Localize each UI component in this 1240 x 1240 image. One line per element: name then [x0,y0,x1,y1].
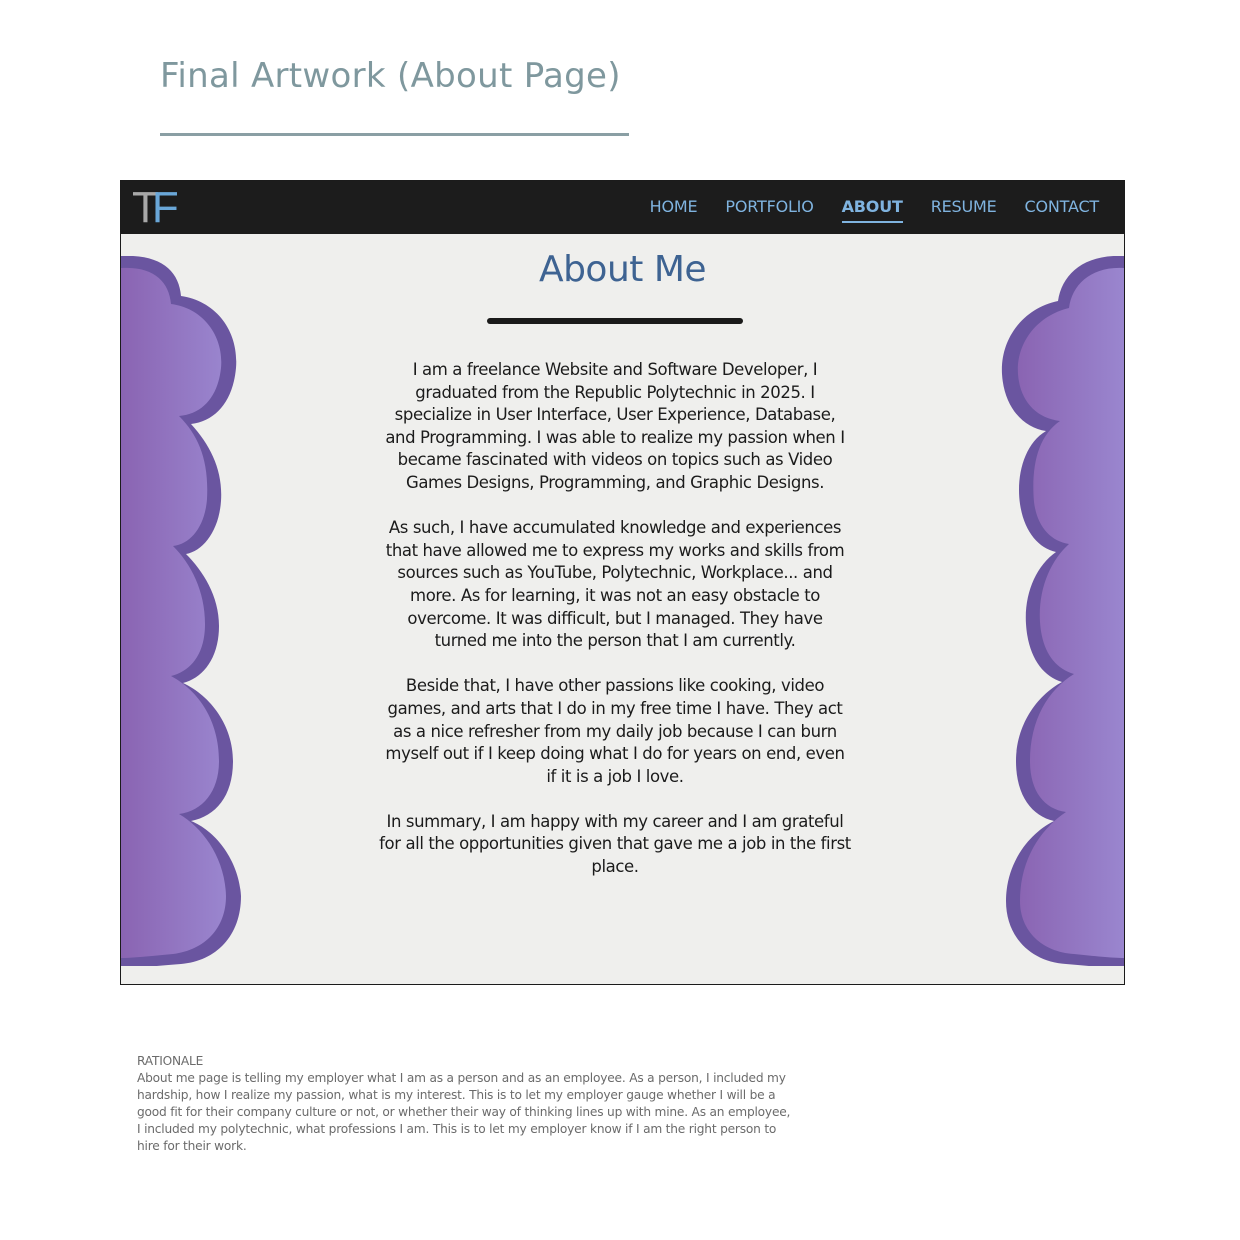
navbar: T F HOME PORTFOLIO ABOUT RESUME CONTACT [121,181,1124,234]
sheet-title: Final Artwork (About Page) [160,56,621,96]
about-heading: About Me [538,249,707,290]
site-logo[interactable]: T F [132,186,179,230]
about-body: I am a freelance Website and Software De… [379,359,851,901]
left-cloud-decoration [121,256,241,966]
rationale-section: RATIONALE About me page is telling my em… [137,1053,797,1155]
about-paragraph: I am a freelance Website and Software De… [385,360,845,492]
about-paragraph: As such, I have accumulated knowledge an… [385,518,845,651]
logo-letter-f: F [151,183,179,232]
nav-item-resume[interactable]: RESUME [931,197,997,218]
nav-item-portfolio[interactable]: PORTFOLIO [725,197,813,218]
about-paragraph: In summary, I am happy with my career an… [379,811,851,877]
heading-underline [487,318,743,324]
title-underline [160,133,629,136]
nav-menu: HOME PORTFOLIO ABOUT RESUME CONTACT [650,181,1099,234]
rationale-label: RATIONALE [137,1054,204,1068]
about-paragraph: Beside that, I have other passions like … [385,676,845,786]
nav-item-about[interactable]: ABOUT [841,197,903,223]
nav-item-home[interactable]: HOME [650,197,698,218]
rationale-text: About me page is telling my employer wha… [137,1071,791,1153]
nav-item-contact[interactable]: CONTACT [1025,197,1100,218]
about-page-mockup: T F HOME PORTFOLIO ABOUT RESUME CONTACT [120,180,1125,985]
right-cloud-decoration [1001,256,1124,966]
